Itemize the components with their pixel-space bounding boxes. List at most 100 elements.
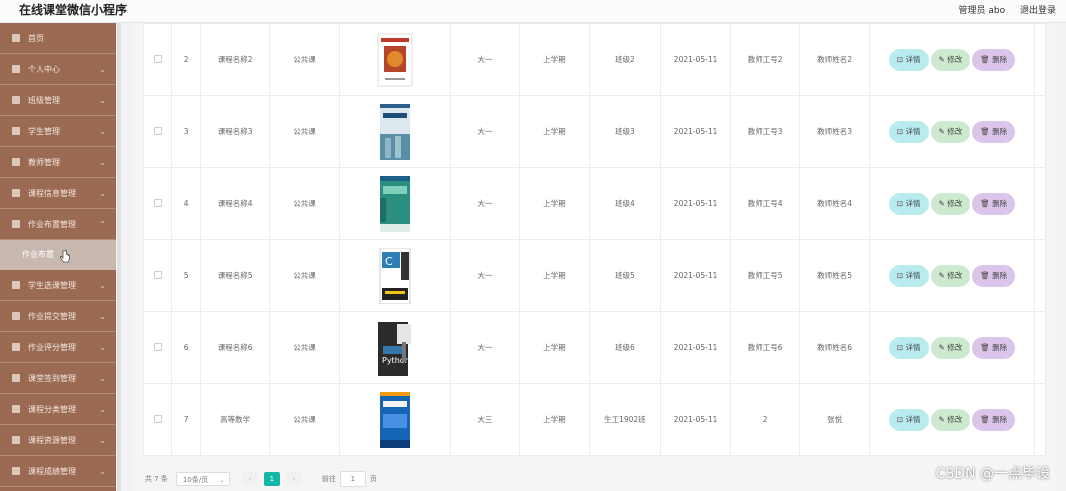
row-checkbox[interactable] (153, 270, 162, 279)
chevron-down-icon: ⌄ (99, 467, 106, 476)
edit-button[interactable]: ✎ 修改 (930, 336, 971, 359)
sidebar-item-10[interactable]: 课堂签到管理 ⌄ (0, 363, 116, 394)
cell-class: 班级3 (588, 95, 662, 168)
chevron-down-icon: ⌄ (99, 312, 106, 321)
trash-icon: 🗑 (980, 198, 993, 208)
edit-button[interactable]: ✎ 修改 (930, 408, 971, 431)
edit-icon: ✎ (938, 126, 948, 136)
row-checkbox[interactable] (153, 414, 162, 423)
cell-term: 上学期 (519, 167, 590, 240)
goto-label: 前往 (321, 475, 336, 483)
delete-button[interactable]: 🗑 删除 (972, 192, 1016, 215)
delete-button[interactable]: 🗑 删除 (972, 336, 1016, 359)
chevron-down-icon: ⌄ (99, 65, 106, 74)
chevron-down-icon: ⌄ (99, 189, 106, 198)
detail-label: 详情 (905, 126, 921, 136)
chevron-down-icon: ⌄ (99, 405, 106, 414)
edit-icon: ✎ (938, 414, 948, 424)
cell-date: 2021-05-11 (660, 167, 731, 240)
chevron-down-icon: ⌄ (99, 158, 106, 167)
trash-icon: 🗑 (980, 126, 993, 136)
cover-cell (338, 95, 451, 168)
sidebar-item-3[interactable]: 学生管理 ⌄ (0, 116, 116, 147)
detail-button[interactable]: ⊡ 详情 (888, 192, 929, 215)
total-count: 共 7 条 (145, 475, 168, 483)
detail-button[interactable]: ⊡ 详情 (888, 336, 929, 359)
sidebar-item-2[interactable]: 班级管理 ⌄ (0, 85, 116, 116)
delete-button[interactable]: 🗑 删除 (972, 408, 1016, 431)
delete-button[interactable]: 🗑 删除 (972, 48, 1016, 71)
delete-label: 删除 (992, 126, 1008, 136)
edit-button[interactable]: ✎ 修改 (930, 192, 971, 215)
page-size-select[interactable]: 10条/页 ⌄ (175, 472, 230, 486)
course-cover-image (377, 33, 413, 86)
cell-class: 班级2 (588, 23, 662, 96)
resource-icon (12, 436, 20, 444)
sidebar-item-9[interactable]: 作业评分管理 ⌄ (0, 332, 116, 363)
sidebar-item-5[interactable]: 课程信息管理 ⌄ (0, 178, 116, 209)
chevron-down-icon: ⌄ (99, 281, 106, 290)
cell-teacher_no: 教师工号4 (729, 167, 801, 240)
cell-name: 课程名称2 (199, 23, 271, 96)
edit-icon: ✎ (938, 54, 948, 64)
detail-button[interactable]: ⊡ 详情 (888, 408, 929, 431)
goto-page-input[interactable]: 1 (339, 471, 366, 487)
sidebar-item-label: 课程信息管理 (28, 189, 76, 198)
sidebar-item-label: 课程分类管理 (28, 405, 76, 414)
cell-name: 课程名称4 (199, 167, 271, 240)
detail-button[interactable]: ⊡ 详情 (888, 120, 929, 143)
cell-name: 课程名称5 (199, 239, 271, 312)
cell-date: 2021-05-11 (660, 95, 731, 168)
cell-teacher_name: 教师姓名3 (799, 95, 870, 168)
delete-button[interactable]: 🗑 删除 (972, 120, 1016, 143)
row-checkbox[interactable] (153, 54, 162, 63)
page-number-1[interactable]: 1 (263, 472, 280, 486)
main-content: 2 课程名称2 公共课 大一 上学期 班级2 2021-05-11 教师工号2 教师姓名2 ⊡ 详… (133, 23, 1057, 491)
row-checkbox[interactable] (153, 198, 162, 207)
cell-date: 2021-05-11 (660, 23, 731, 96)
sidebar-item-0[interactable]: 首页 (0, 23, 116, 54)
row-checkbox[interactable] (153, 342, 162, 351)
chevron-up-icon: ⌃ (99, 220, 106, 229)
detail-icon: ⊡ (896, 54, 906, 64)
edit-button[interactable]: ✎ 修改 (930, 264, 971, 287)
cell-name: 高等数学 (199, 383, 271, 456)
sidebar-item-11[interactable]: 课程分类管理 ⌄ (0, 394, 116, 425)
sidebar-item-label: 首页 (28, 34, 44, 43)
row-checkbox[interactable] (153, 126, 162, 135)
delete-button[interactable]: 🗑 删除 (972, 264, 1016, 287)
sidebar-item-7[interactable]: 学生选课管理 ⌄ (0, 270, 116, 301)
sidebar-item-4[interactable]: 教师管理 ⌄ (0, 147, 116, 178)
prev-page-button[interactable]: ‹ (241, 472, 258, 486)
home-icon (12, 34, 20, 42)
trash-icon: 🗑 (980, 270, 993, 280)
sidebar-item-label: 个人中心 (28, 65, 60, 74)
chevron-down-icon: ⌄ (99, 374, 106, 383)
cell-teacher_no: 教师工号6 (729, 311, 801, 384)
logout-link[interactable]: 退出登录 (1020, 6, 1056, 16)
sidebar-item-label: 教师管理 (28, 158, 60, 167)
edit-button[interactable]: ✎ 修改 (930, 48, 971, 71)
sidebar-item-13[interactable]: 课程成绩管理 ⌄ (0, 456, 116, 487)
sidebar-item-6[interactable]: 作业布置管理 ⌃ (0, 209, 116, 240)
detail-button[interactable]: ⊡ 详情 (888, 48, 929, 71)
delete-label: 删除 (992, 414, 1008, 424)
cell-class: 班级5 (588, 239, 662, 312)
sidebar-item-1[interactable]: 个人中心 ⌄ (0, 54, 116, 85)
next-page-button[interactable]: › (285, 472, 302, 486)
detail-icon: ⊡ (896, 342, 906, 352)
cover-cell (338, 23, 451, 96)
sidebar-scrollbar[interactable] (117, 23, 121, 491)
detail-button[interactable]: ⊡ 详情 (888, 264, 929, 287)
sidebar-item-8[interactable]: 作业提交管理 ⌄ (0, 301, 116, 332)
edit-button[interactable]: ✎ 修改 (930, 120, 971, 143)
sidebar-subitem-assignment[interactable]: 作业布置 (0, 240, 116, 270)
submit-icon (12, 312, 20, 320)
checkin-icon (12, 374, 20, 382)
course-cover-image: C (379, 247, 411, 304)
sidebar-item-12[interactable]: 课程资源管理 ⌄ (0, 425, 116, 456)
cell-type: 公共课 (269, 23, 340, 96)
cell-teacher_name: 教师姓名6 (799, 311, 870, 384)
cell-teacher_no: 教师工号2 (729, 23, 801, 96)
edit-icon: ✎ (938, 342, 948, 352)
